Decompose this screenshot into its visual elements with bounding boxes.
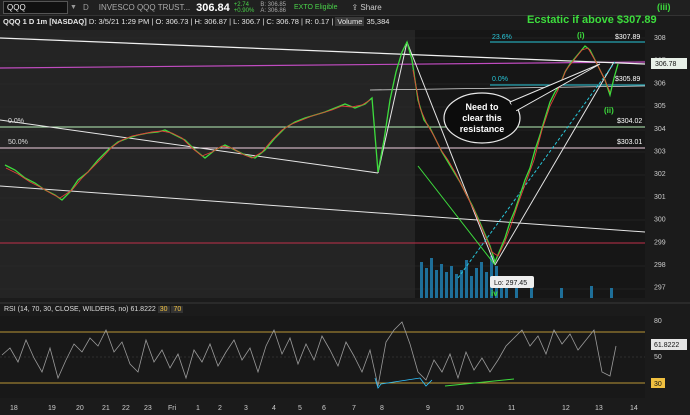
time-tick-label: 18: [10, 405, 18, 412]
price-tick-label: 297: [654, 285, 666, 292]
time-tick-label: 7: [352, 405, 356, 412]
time-tick-label: 13: [595, 405, 603, 412]
price-tick-label: 308: [654, 35, 666, 42]
panel-separator: [0, 302, 690, 304]
fib-zero-pct: 0.0%: [492, 76, 508, 83]
price-tick-label: 301: [654, 194, 666, 201]
time-tick-label: 3: [244, 405, 248, 412]
bubble-line3: resistance: [460, 124, 505, 134]
price-tick-label: 302: [654, 171, 666, 178]
time-tick-label: 10: [456, 405, 464, 412]
time-tick-label: 21: [102, 405, 110, 412]
time-tick-label: 2: [218, 405, 222, 412]
time-tick-label: 4: [272, 405, 276, 412]
wave-iv-label: iv: [491, 289, 498, 298]
time-tick-label: 6: [322, 405, 326, 412]
fib-236-price: $307.89: [615, 34, 640, 41]
time-tick-label: 12: [562, 405, 570, 412]
rsi-header: RSI (14, 70, 30, CLOSE, WILDERS, no) 61.…: [4, 306, 184, 313]
time-tick-label: 9: [426, 405, 430, 412]
current-price-text: 306.78: [655, 61, 677, 68]
price-tick-label: 306: [654, 80, 666, 87]
time-tick-label: 1: [196, 405, 200, 412]
fib-zero-price: $305.89: [615, 76, 640, 83]
price-tick-label: 304: [654, 126, 666, 133]
rsi-tick-label: 80: [654, 318, 662, 325]
rsi-tick-label: 50: [654, 354, 662, 361]
time-tick-label: 20: [76, 405, 84, 412]
price-tick-label: 305: [654, 103, 666, 110]
time-tick-label: 14: [630, 405, 638, 412]
fib-left-zero: 0.0%: [8, 118, 24, 125]
bubble-line1: Need to: [465, 102, 499, 112]
time-tick-label: 5: [298, 405, 302, 412]
chart-canvas[interactable]: (i) (ii) iv 23.6% $307.89 0.0% $305.89 0…: [0, 0, 690, 415]
rsi-axis[interactable]: 80 50 30: [654, 318, 662, 388]
time-tick-label: 11: [508, 405, 515, 412]
rsi-value-tag-text: 61.8222: [654, 342, 679, 349]
price-tick-label: 298: [654, 262, 666, 269]
bubble-line2: clear this: [462, 113, 502, 123]
rsi-os-tag-text: 30: [654, 381, 662, 388]
price-axis-bg: [645, 30, 690, 300]
level-304-label: $304.02: [617, 118, 642, 125]
wave-ii-label: (ii): [604, 106, 614, 115]
wave-i-label: (i): [577, 31, 585, 40]
price-tick-label: 303: [654, 149, 666, 156]
time-tick-label: Fri: [168, 405, 177, 412]
price-tick-label: 300: [654, 217, 666, 224]
low-label: Lo: 297.45: [494, 280, 527, 287]
time-tick-label: 23: [144, 405, 152, 412]
price-tick-label: 299: [654, 239, 666, 246]
time-tick-label: 22: [122, 405, 130, 412]
fib-left-fifty: 50.0%: [8, 139, 28, 146]
time-tick-label: 8: [380, 405, 384, 412]
fib-236-pct: 23.6%: [492, 34, 512, 41]
shaded-region-left: [0, 30, 415, 298]
time-tick-label: 19: [48, 405, 56, 412]
level-303-label: $303.01: [617, 139, 642, 146]
